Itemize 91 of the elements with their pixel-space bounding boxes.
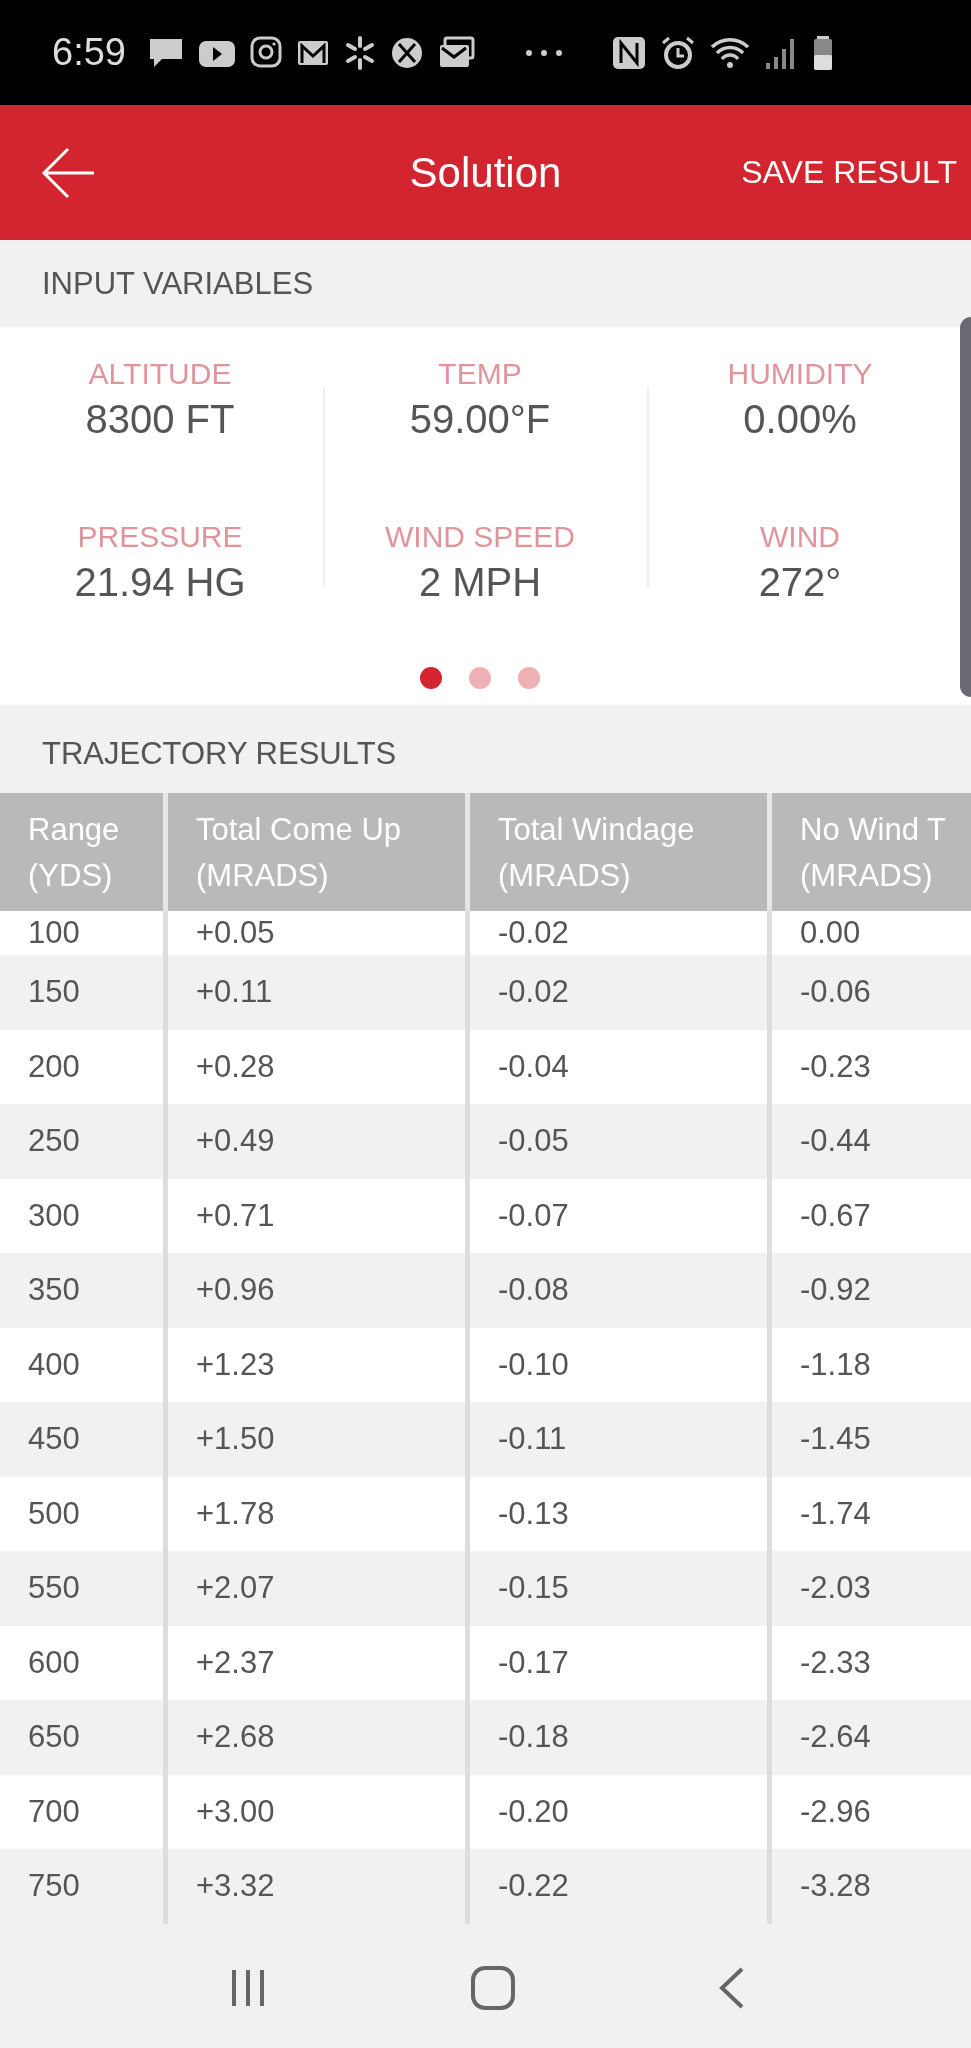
table-cell: -1.74 bbox=[772, 1476, 971, 1551]
page-dot[interactable] bbox=[518, 667, 540, 689]
table-cell: 750 bbox=[0, 1849, 163, 1924]
variable-label: WIND bbox=[760, 520, 840, 554]
table-cell: +1.50 bbox=[168, 1402, 465, 1477]
table-cell: -0.10 bbox=[470, 1327, 767, 1402]
table-cell: 700 bbox=[0, 1774, 163, 1849]
variable-value: 0.00% bbox=[743, 397, 857, 442]
nfc-icon bbox=[611, 34, 646, 71]
table-cell: -0.02 bbox=[470, 955, 767, 1030]
variable-value: 59.00°F bbox=[409, 397, 551, 442]
table-cell: -0.44 bbox=[772, 1104, 971, 1179]
alarm-icon bbox=[659, 34, 696, 71]
table-cell: +1.23 bbox=[168, 1327, 465, 1402]
table-cell: +0.71 bbox=[168, 1178, 465, 1253]
table-cell: 450 bbox=[0, 1402, 163, 1477]
table-cell: 100 bbox=[0, 911, 163, 955]
table-cell: -2.64 bbox=[772, 1700, 971, 1775]
table-cell: 550 bbox=[0, 1551, 163, 1626]
table-cell: -0.22 bbox=[470, 1849, 767, 1924]
table-cell: 350 bbox=[0, 1253, 163, 1328]
table-cell: 200 bbox=[0, 1029, 163, 1104]
table-cell: -0.05 bbox=[470, 1104, 767, 1179]
save-result-button[interactable]: SAVE RESULT bbox=[741, 154, 957, 191]
variable-value: 2 MPH bbox=[418, 560, 542, 605]
variable-value: 8300 FT bbox=[85, 397, 235, 442]
table-cell: -0.11 bbox=[470, 1402, 767, 1477]
table-cell: -0.23 bbox=[772, 1029, 971, 1104]
table-cell: +0.05 bbox=[168, 911, 465, 955]
table-cell: +2.68 bbox=[168, 1700, 465, 1775]
column-unit: (MRADS) bbox=[196, 857, 329, 895]
variable-label: TEMP bbox=[438, 357, 522, 391]
table-cell: +1.78 bbox=[168, 1476, 465, 1551]
more-icon bbox=[523, 48, 564, 57]
table-cell: +0.28 bbox=[168, 1029, 465, 1104]
column-title: Total Windage bbox=[498, 811, 695, 849]
page-dot[interactable] bbox=[420, 667, 442, 689]
variable-value: 272° bbox=[758, 560, 842, 605]
table-cell: +2.07 bbox=[168, 1551, 465, 1626]
battery-icon bbox=[811, 34, 834, 71]
table-cell: -0.20 bbox=[470, 1774, 767, 1849]
table-cell: -0.92 bbox=[772, 1253, 971, 1328]
table-cell: 150 bbox=[0, 955, 163, 1030]
table-cell: -0.06 bbox=[772, 955, 971, 1030]
table-cell: -1.18 bbox=[772, 1327, 971, 1402]
page-dot[interactable] bbox=[469, 667, 491, 689]
table-cell: -0.04 bbox=[470, 1029, 767, 1104]
table-cell: +0.96 bbox=[168, 1253, 465, 1328]
table-cell: +0.11 bbox=[168, 955, 465, 1030]
table-cell: -0.17 bbox=[470, 1625, 767, 1700]
column-title: No Wind T bbox=[800, 811, 946, 849]
column-title: Total Come Up bbox=[196, 811, 402, 849]
column-title: Range bbox=[28, 811, 120, 849]
section-heading: INPUT VARIABLES bbox=[42, 265, 314, 302]
variable-label: PRESSURE bbox=[77, 520, 243, 554]
table-cell: -1.45 bbox=[772, 1402, 971, 1477]
table-cell: -0.18 bbox=[470, 1700, 767, 1775]
column-unit: (MRADS) bbox=[800, 857, 933, 895]
variable-label: WIND SPEED bbox=[385, 520, 575, 554]
table-cell: -0.02 bbox=[470, 911, 767, 955]
table-cell: 500 bbox=[0, 1476, 163, 1551]
table-cell: -0.15 bbox=[470, 1551, 767, 1626]
table-cell: -2.96 bbox=[772, 1774, 971, 1849]
variable-label: ALTITUDE bbox=[88, 357, 232, 391]
table-cell: -0.67 bbox=[772, 1178, 971, 1253]
table-cell: -0.13 bbox=[470, 1476, 767, 1551]
table-cell: 300 bbox=[0, 1178, 163, 1253]
table-cell: -2.33 bbox=[772, 1625, 971, 1700]
table-cell: +2.37 bbox=[168, 1625, 465, 1700]
table-cell: 400 bbox=[0, 1327, 163, 1402]
table-cell: +0.49 bbox=[168, 1104, 465, 1179]
section-heading: TRAJECTORY RESULTS bbox=[42, 736, 397, 772]
table-cell: -2.03 bbox=[772, 1551, 971, 1626]
home-icon[interactable] bbox=[469, 1964, 516, 2011]
table-cell: -3.28 bbox=[772, 1849, 971, 1924]
camera-icon bbox=[249, 34, 282, 71]
table-cell: 600 bbox=[0, 1625, 163, 1700]
table-cell: +3.32 bbox=[168, 1849, 465, 1924]
table-cell: -0.07 bbox=[470, 1178, 767, 1253]
screen-title: Solution bbox=[409, 148, 562, 196]
column-unit: (YDS) bbox=[28, 857, 113, 895]
table-cell: 250 bbox=[0, 1104, 163, 1179]
table-cell: 0.00 bbox=[772, 911, 971, 955]
column-unit: (MRADS) bbox=[498, 857, 631, 895]
spark-icon bbox=[343, 34, 376, 71]
table-cell: 650 bbox=[0, 1700, 163, 1775]
variable-value: 21.94 HG bbox=[74, 560, 246, 605]
variable-label: HUMIDITY bbox=[727, 357, 873, 391]
table-cell: +3.00 bbox=[168, 1774, 465, 1849]
status-time: 6:59 bbox=[52, 31, 126, 74]
table-cell: -0.08 bbox=[470, 1253, 767, 1328]
